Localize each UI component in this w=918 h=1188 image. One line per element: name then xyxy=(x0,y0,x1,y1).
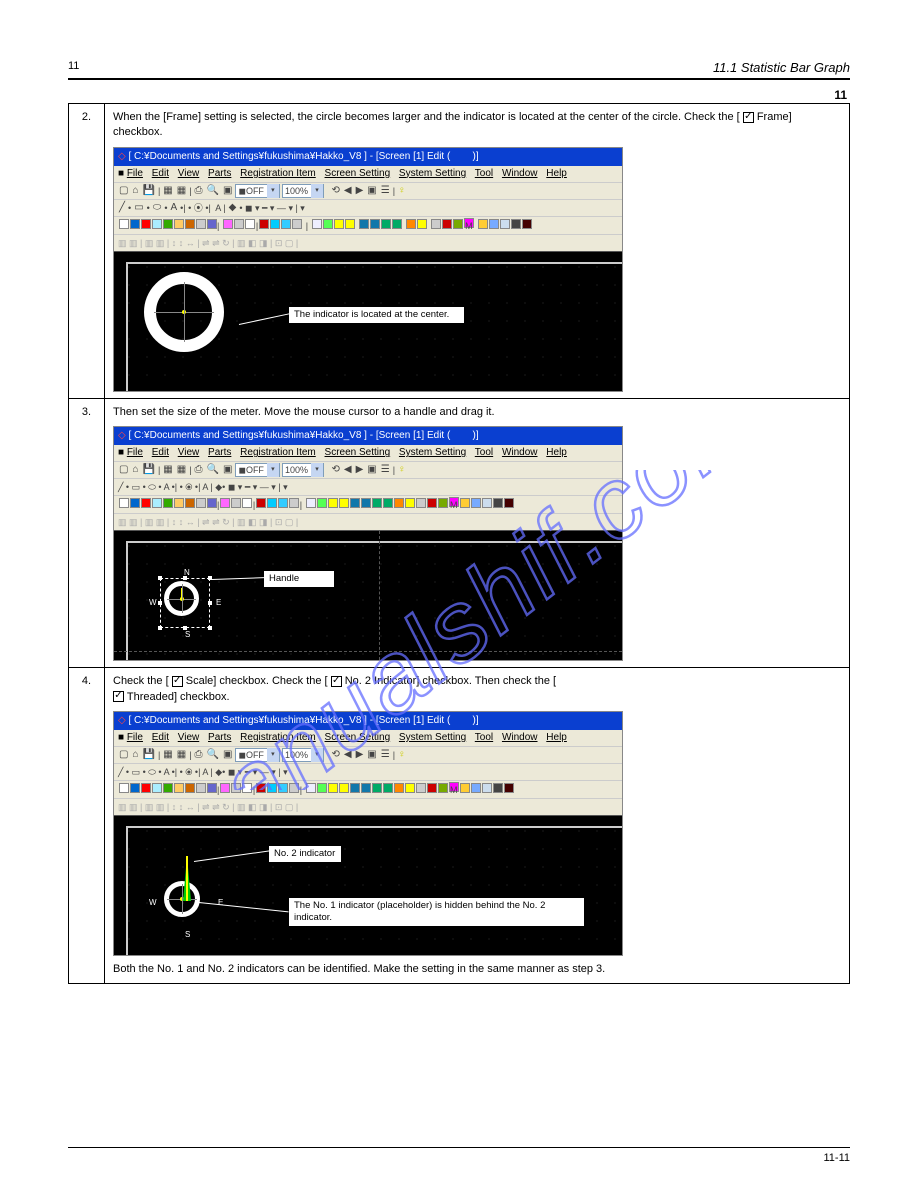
meter-small-2[interactable] xyxy=(164,881,200,917)
section-title: 11.1 Statistic Bar Graph xyxy=(713,60,850,75)
toolbar-row-4: ▥ ▥ | ▥ ▥ | ↕ ↕ ↔ | ⇌ ⇌ ↻ | ▥ ◧ ◨ | ⊡ ▢ … xyxy=(114,234,622,251)
indicator-1-behind xyxy=(186,856,188,901)
checkbox-icon: ✓ xyxy=(113,691,124,702)
toolbar-row-3: | | | M xyxy=(114,216,622,234)
callout-3a: No. 2 indicator xyxy=(269,846,341,862)
selection-handles[interactable] xyxy=(160,578,210,628)
app-titlebar: ◇ [ C:¥Documents and Settings¥fukushima¥… xyxy=(114,148,622,166)
steps-table: 2. When the [Frame] setting is selected,… xyxy=(68,103,850,984)
step-4-num: 4. xyxy=(69,668,105,984)
screenshot-1: ◇ [ C:¥Documents and Settings¥fukushima¥… xyxy=(113,147,623,392)
editor-canvas-2[interactable]: N S W E xyxy=(114,530,622,660)
callout-3b: The No. 1 indicator (placeholder) is hid… xyxy=(289,898,584,926)
step-4-cell: Check the [ ✓ Scale] checkbox. Check the… xyxy=(105,668,850,984)
checkbox-icon: ✓ xyxy=(743,112,754,123)
meter-frame-large[interactable] xyxy=(144,272,224,352)
zoom-combo[interactable]: 100%▾ xyxy=(282,184,324,198)
checkbox-icon: ✓ xyxy=(172,676,183,687)
screenshot-3: ◇ [ C:¥Documents and Settings¥fukushima¥… xyxy=(113,711,623,956)
callout-2: Handle xyxy=(264,571,334,587)
editor-canvas-1[interactable]: The indicator is located at the center. xyxy=(114,251,622,391)
menubar: ■ File Edit View Parts Registration Item… xyxy=(114,166,622,182)
page: 11 11.1 Statistic Bar Graph 11 2. When t… xyxy=(0,0,918,1188)
step-2-cell: When the [Frame] setting is selected, th… xyxy=(105,104,850,399)
section-side-num: 11 xyxy=(68,88,850,102)
running-head: 11 11.1 Statistic Bar Graph xyxy=(68,60,850,75)
off-combo[interactable]: ◼ OFF▾ xyxy=(235,184,279,198)
chapter-num: 11 xyxy=(68,60,79,75)
step-2-num: 2. xyxy=(69,104,105,399)
toolbar-row-2: ╱•▭•⬭•A•| • ⦿ •| A |◆• ◼ ▾ ━ ▾ — ▾ | ▾ xyxy=(114,199,622,216)
checkbox-icon: ✓ xyxy=(331,676,342,687)
callout-1: The indicator is located at the center. xyxy=(289,307,464,323)
editor-canvas-3[interactable]: S W E No. 2 indicator The No. 1 indicato… xyxy=(114,815,622,955)
toolbar-row-1: ▢⌂💾|▦▦|⎙🔍▣ ◼ OFF▾ 100%▾ ⟲◀▶▣☰|♀ xyxy=(114,182,622,199)
step-3-num: 3. xyxy=(69,398,105,667)
screenshot-2: ◇ [ C:¥Documents and Settings¥fukushima¥… xyxy=(113,426,623,661)
step-3-cell: Then set the size of the meter. Move the… xyxy=(105,398,850,667)
page-number: 11-11 xyxy=(823,1152,850,1164)
header-rule xyxy=(68,78,850,80)
footer: 11-11 xyxy=(68,1147,850,1164)
